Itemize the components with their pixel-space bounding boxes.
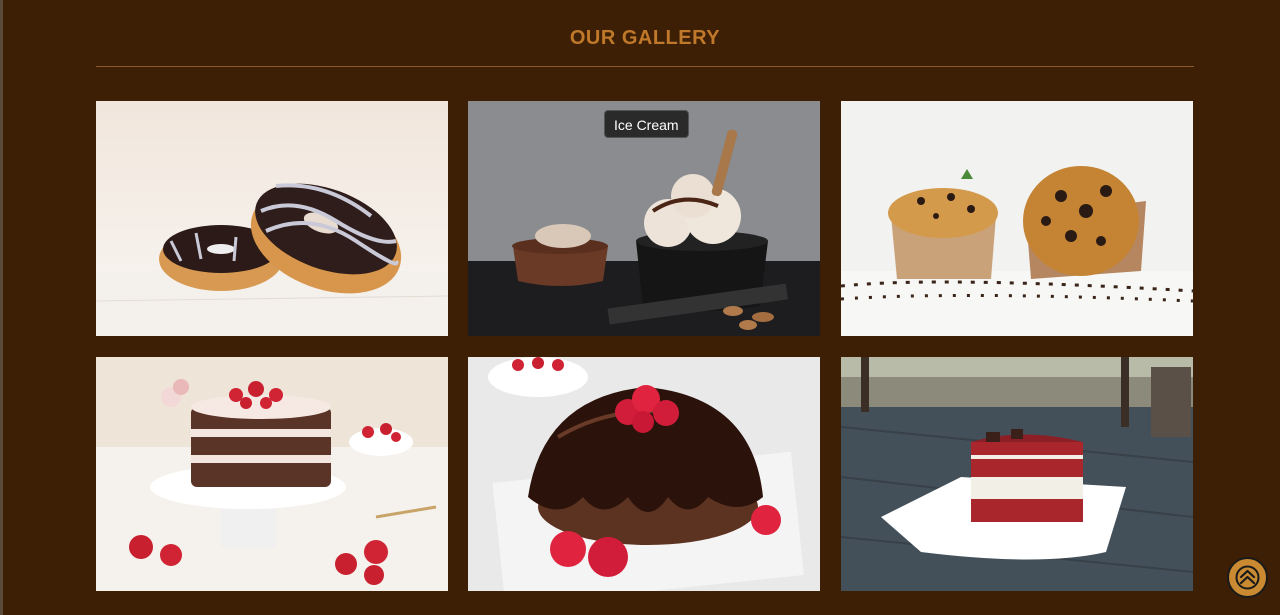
strawberry-cake-image <box>96 357 448 591</box>
muffin-image <box>841 101 1193 336</box>
title-divider <box>96 66 1194 67</box>
gallery-item-bundt-cake[interactable] <box>468 357 820 591</box>
ice-cream-tooltip: Ice Cream <box>604 110 689 138</box>
gallery-item-donuts[interactable] <box>96 101 448 336</box>
gallery-item-red-velvet[interactable] <box>841 357 1193 591</box>
gallery-title: OUR GALLERY <box>569 27 721 49</box>
bundt-cake-image <box>468 357 820 591</box>
donut-image <box>96 101 448 336</box>
back-to-top-button[interactable] <box>1227 557 1268 598</box>
red-velvet-image <box>841 357 1193 591</box>
window-edge <box>0 0 3 615</box>
gallery-item-strawberry-cake[interactable] <box>96 357 448 591</box>
gallery-item-muffins[interactable] <box>841 101 1193 336</box>
chevron-up-icon <box>1235 565 1260 590</box>
